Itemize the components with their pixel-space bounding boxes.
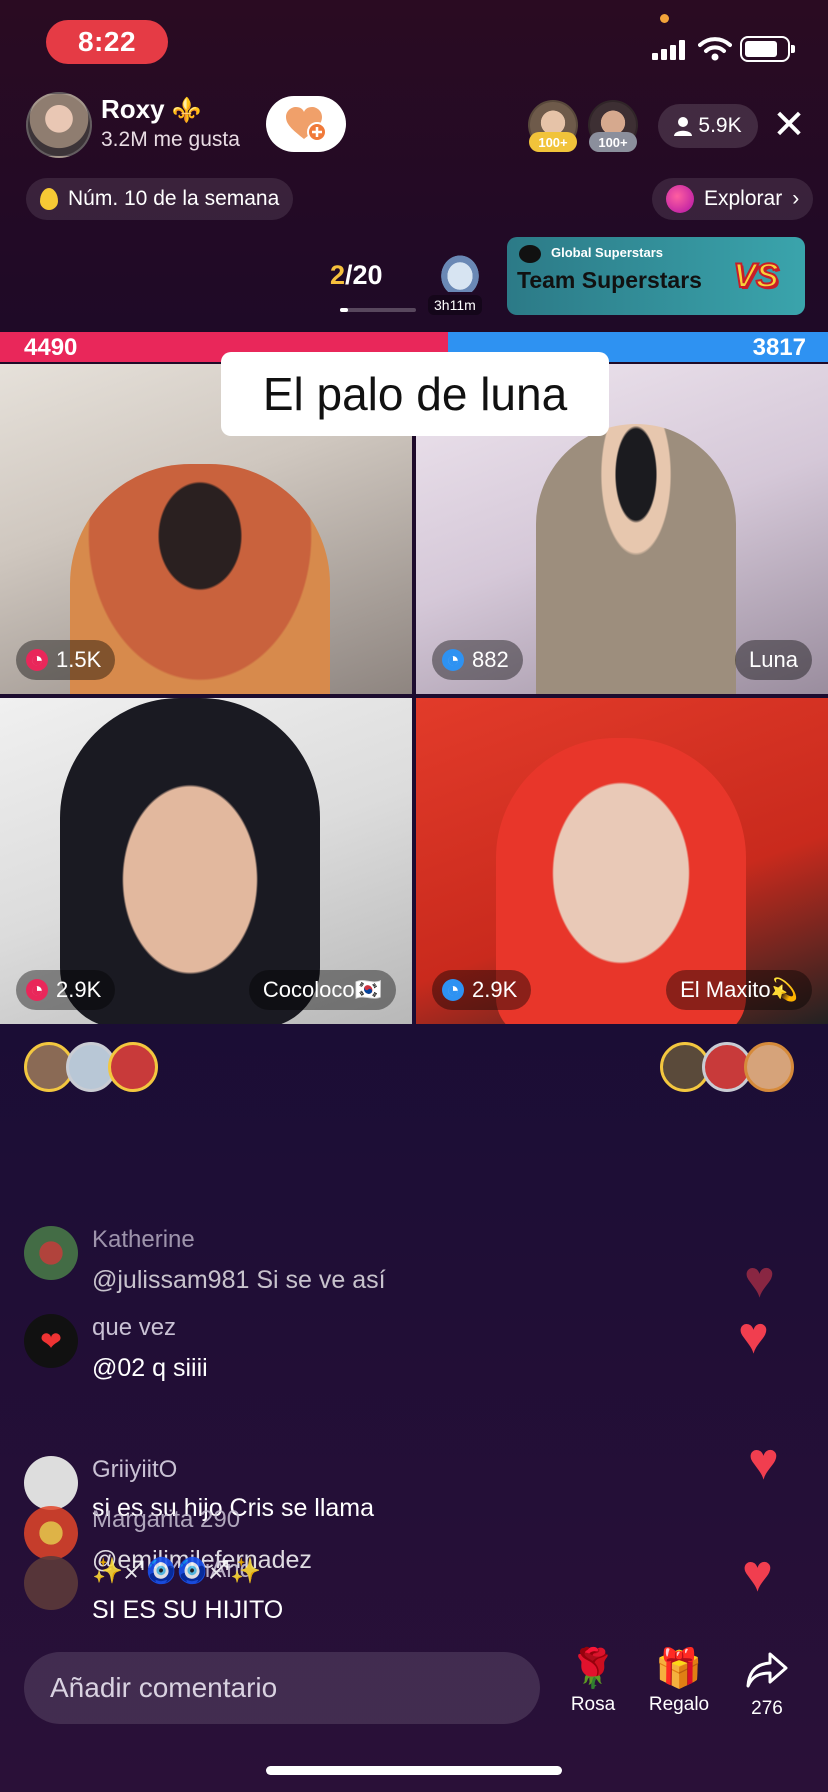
top-viewer-2[interactable]: 100+ — [588, 100, 638, 152]
commenter-avatar — [24, 1456, 78, 1510]
status-time: 8:22 — [46, 20, 168, 64]
vs-badge: VS — [732, 256, 779, 296]
share-count: 276 — [751, 1698, 783, 1719]
top-viewer-1[interactable]: 100+ — [528, 100, 578, 152]
share-arrow-icon — [746, 1652, 788, 1688]
goal-count: 2/20 — [330, 260, 383, 290]
shark-icon — [438, 252, 482, 292]
team-superstars-banner[interactable]: Global Superstars Team Superstars VS — [507, 237, 805, 315]
weekly-rank-pill[interactable]: Núm. 10 de la semana — [26, 178, 294, 220]
comment-text: ✨♐🧿🧿♐✨ — [92, 1557, 262, 1585]
participant-figure — [536, 424, 736, 694]
commenter-name: GriiyiitO — [92, 1456, 178, 1483]
right-team-supporters[interactable] — [660, 1042, 794, 1092]
comment-text: @02 q siiii — [92, 1354, 208, 1382]
participant-name: Cocoloco🇰🇷 — [248, 970, 396, 1010]
left-score: 4490 — [24, 334, 78, 361]
person-icon — [674, 117, 693, 136]
follow-button[interactable] — [266, 96, 346, 152]
tile-stat: ◔ 2.9K — [16, 970, 116, 1010]
wifi-icon — [698, 37, 732, 61]
banner-title: Team Superstars — [517, 267, 702, 293]
viewer-badge: 100+ — [589, 132, 637, 152]
gift-label: Regalo — [648, 1694, 710, 1715]
comment-row[interactable]: SI ES SU HIJITO — [24, 1596, 644, 1626]
rose-label: Rosa — [570, 1694, 616, 1715]
goal-widget[interactable]: 2/20 3h11m — [330, 240, 490, 316]
gift-button[interactable]: 🎁 Regalo — [634, 1650, 724, 1716]
team-red-icon: ◔ — [26, 647, 48, 672]
explore-button[interactable]: Explorar › — [652, 178, 814, 220]
supporter-avatar — [744, 1042, 794, 1092]
battery-icon — [740, 36, 795, 62]
goal-timer: 3h11m — [428, 295, 482, 315]
commenter-name: que vez — [92, 1314, 177, 1341]
heart-icon: ♥ — [744, 1251, 775, 1309]
right-score: 3817 — [752, 334, 806, 361]
video-tile-3[interactable]: ◔ 2.9K Cocoloco🇰🇷 — [0, 698, 412, 1024]
team-blue-icon: ◔ — [442, 647, 464, 672]
tile-stat: ◔ 2.9K — [432, 970, 532, 1010]
shield-icon — [519, 245, 541, 263]
close-icon[interactable]: ✕ — [768, 103, 810, 147]
commenter-name: Katherine — [92, 1226, 195, 1253]
fleur-de-lis-icon: ⚜️ — [171, 97, 202, 124]
host-avatar[interactable] — [26, 92, 92, 158]
heart-plus-icon — [286, 107, 327, 142]
commenter-name: Margarita 290 — [92, 1506, 241, 1533]
stream-title-card: El palo de luna — [221, 352, 609, 436]
viewer-badge: 100+ — [529, 132, 577, 152]
commenter-avatar — [24, 1506, 78, 1560]
commenter-avatar: ❤ — [24, 1314, 78, 1368]
tile-stat: ◔ 882 — [432, 640, 523, 680]
signal-icon — [652, 38, 688, 60]
supporter-avatar — [108, 1042, 158, 1092]
host-likes: 3.2M me gusta — [101, 128, 240, 151]
team-red-icon: ◔ — [26, 977, 48, 1002]
team-blue-icon: ◔ — [442, 977, 464, 1002]
privacy-indicator — [660, 14, 669, 23]
rose-button[interactable]: 🌹 Rosa — [548, 1650, 638, 1716]
viewer-count[interactable]: 5.9K — [658, 104, 758, 148]
home-indicator[interactable] — [266, 1766, 562, 1775]
commenter-avatar — [24, 1226, 78, 1280]
planet-icon — [666, 185, 694, 213]
share-button[interactable]: 276 — [722, 1650, 812, 1720]
rose-icon: 🌹 — [569, 1648, 617, 1690]
chevron-right-icon: › — [792, 187, 800, 210]
banner-subtitle: Global Superstars — [551, 245, 663, 260]
tile-stat: ◔ 1.5K — [16, 640, 116, 680]
video-tile-4[interactable]: ◔ 2.9K El Maxito💫 — [416, 698, 828, 1024]
gift-icon: 🎁 — [655, 1648, 703, 1690]
flame-icon — [40, 188, 58, 210]
participant-name: Luna — [735, 640, 812, 680]
comment-input[interactable]: Añadir comentario — [24, 1652, 540, 1724]
host-name[interactable]: Roxy ⚜️ — [101, 94, 202, 125]
heart-icon: ♥ — [748, 1433, 779, 1491]
comment-text: SI ES SU HIJITO — [92, 1596, 284, 1624]
left-team-supporters[interactable] — [24, 1042, 158, 1092]
goal-progress-bar — [340, 308, 416, 312]
participant-name: El Maxito💫 — [666, 970, 812, 1010]
comment-text: @julissam981 Si se ve así — [92, 1266, 386, 1294]
heart-icon: ♥ — [742, 1545, 773, 1603]
heart-icon: ♥ — [738, 1307, 769, 1365]
